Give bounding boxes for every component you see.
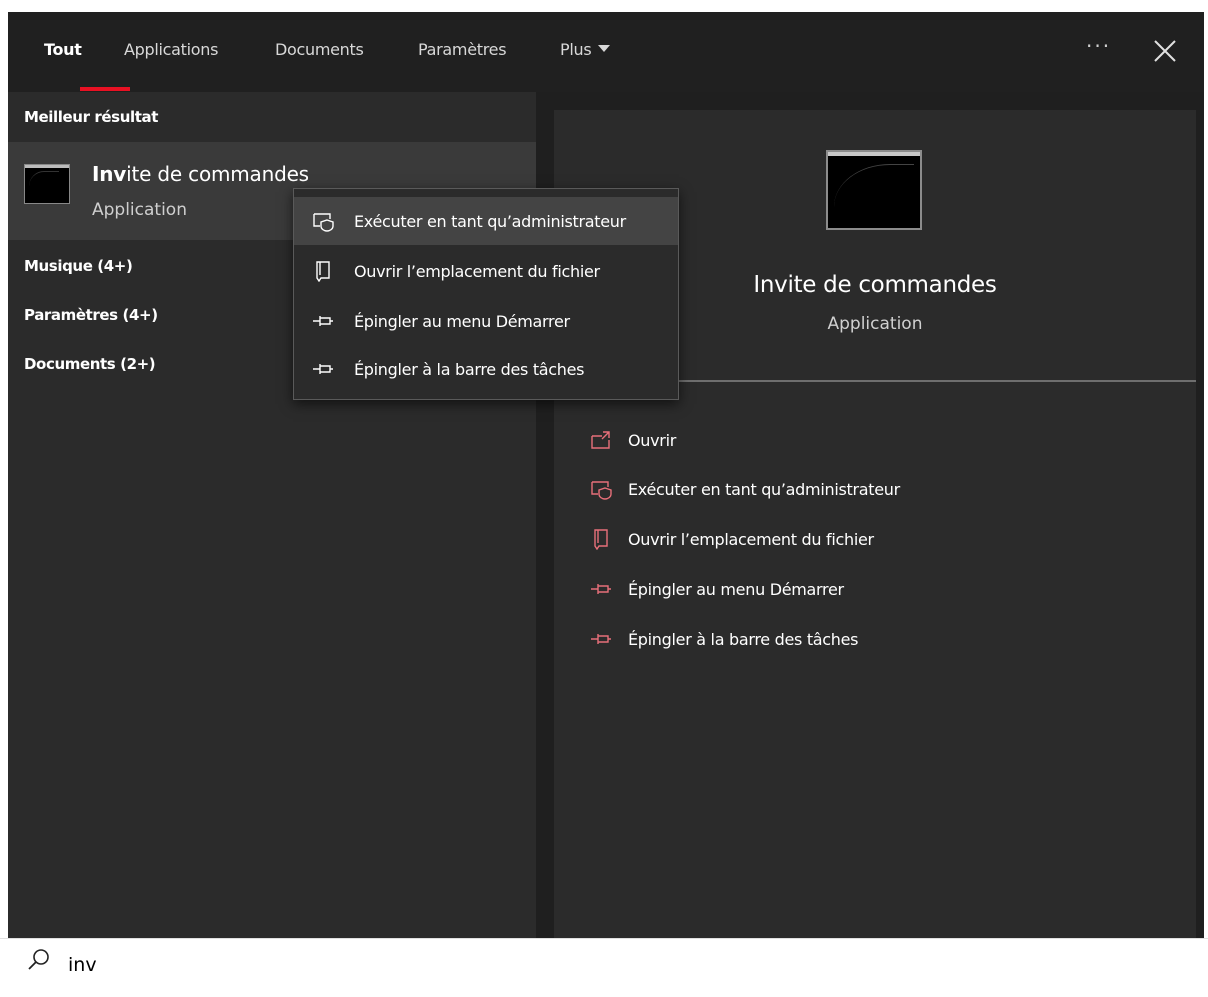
context-pin-taskbar[interactable]: Épingler à la barre des tâches	[294, 345, 678, 393]
pin-icon	[312, 358, 334, 380]
context-pin-start[interactable]: Épingler au menu Démarrer	[294, 297, 678, 345]
action-open[interactable]: Ouvrir	[590, 425, 676, 455]
pin-icon	[312, 310, 334, 332]
ellipsis-icon[interactable]: ···	[1086, 34, 1111, 58]
caret-down-icon	[598, 45, 611, 52]
shield-admin-icon	[590, 478, 612, 500]
search-icon	[26, 947, 52, 973]
tab-settings[interactable]: Paramètres	[418, 40, 507, 59]
pin-icon	[590, 578, 612, 600]
best-match-heading: Meilleur résultat	[24, 108, 158, 126]
file-location-icon	[590, 528, 612, 551]
search-panel: Tout Applications Documents Paramètres P…	[8, 12, 1204, 938]
best-match-title: Invite de commandes	[92, 162, 309, 186]
best-match-subtitle: Application	[92, 200, 187, 220]
context-item-label: Ouvrir l’emplacement du fichier	[354, 261, 600, 281]
context-run-as-admin[interactable]: Exécuter en tant qu’administrateur	[294, 197, 678, 245]
action-pin-start[interactable]: Épingler au menu Démarrer	[590, 574, 844, 604]
context-menu: Exécuter en tant qu’administrateur Ouvri…	[293, 188, 679, 400]
pin-icon	[590, 628, 612, 650]
action-label: Épingler au menu Démarrer	[628, 579, 844, 599]
open-icon	[590, 429, 612, 451]
tab-documents[interactable]: Documents	[275, 40, 364, 59]
tab-more-label: Plus	[560, 40, 592, 59]
action-pin-taskbar[interactable]: Épingler à la barre des tâches	[590, 624, 859, 654]
category-documents[interactable]: Documents (2+)	[24, 355, 156, 373]
tab-bar: Tout Applications Documents Paramètres P…	[8, 12, 1204, 92]
action-label: Exécuter en tant qu’administrateur	[628, 479, 900, 499]
action-open-file-location[interactable]: Ouvrir l’emplacement du fichier	[590, 524, 874, 554]
category-music[interactable]: Musique (4+)	[24, 257, 133, 275]
tab-more[interactable]: Plus	[560, 40, 611, 59]
action-label: Ouvrir	[628, 430, 677, 450]
command-prompt-icon	[24, 164, 70, 204]
action-run-as-admin[interactable]: Exécuter en tant qu’administrateur	[590, 474, 900, 504]
context-item-label: Exécuter en tant qu’administrateur	[354, 211, 626, 231]
tab-applications[interactable]: Applications	[124, 40, 218, 59]
context-item-label: Épingler à la barre des tâches	[354, 359, 585, 379]
active-tab-indicator	[80, 87, 130, 91]
context-item-label: Épingler au menu Démarrer	[354, 311, 570, 331]
category-settings[interactable]: Paramètres (4+)	[24, 306, 158, 324]
command-prompt-large-icon	[826, 150, 922, 230]
action-label: Ouvrir l’emplacement du fichier	[628, 529, 874, 549]
search-input[interactable]	[66, 953, 970, 977]
context-open-file-location[interactable]: Ouvrir l’emplacement du fichier	[294, 247, 678, 295]
action-label: Épingler à la barre des tâches	[628, 629, 859, 649]
search-bar	[0, 938, 1208, 997]
close-icon[interactable]	[1152, 38, 1178, 64]
file-location-icon	[312, 260, 334, 283]
shield-admin-icon	[312, 210, 334, 232]
tab-all[interactable]: Tout	[44, 40, 82, 59]
